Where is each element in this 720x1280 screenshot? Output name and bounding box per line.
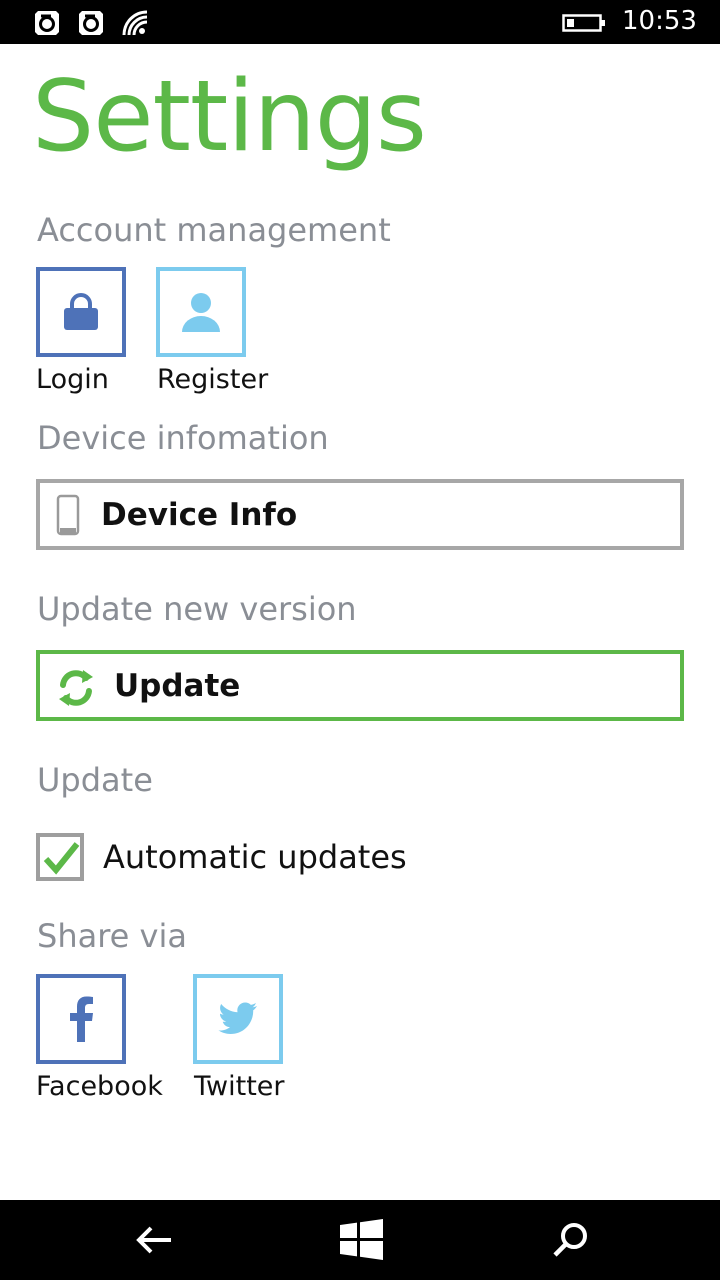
battery-icon [562, 14, 605, 32]
user-icon [182, 293, 220, 332]
lock-icon [64, 293, 98, 330]
navigation-bar [0, 1200, 720, 1280]
refresh-icon [59, 670, 93, 706]
register-button[interactable] [156, 267, 246, 357]
device-information-heading: Device infomation [37, 419, 329, 457]
status-bar: 10:53 [0, 0, 720, 44]
twitter-label: Twitter [194, 1071, 285, 1102]
update-label: Update [114, 668, 241, 704]
device-info-label: Device Info [101, 497, 298, 533]
facebook-icon [70, 996, 93, 1042]
facebook-label: Facebook [36, 1071, 163, 1102]
clock-time: 10:53 [622, 6, 697, 36]
login-label: Login [36, 364, 109, 395]
login-button[interactable] [36, 267, 126, 357]
checkmark-icon [43, 842, 80, 875]
update-button[interactable]: Update [36, 650, 684, 721]
update-heading: Update [37, 761, 153, 799]
wifi-icon [122, 10, 148, 36]
phone-icon [56, 494, 80, 536]
windows-start-icon[interactable] [337, 1216, 385, 1264]
notification-icon [79, 11, 103, 35]
page-title: Settings [32, 60, 427, 174]
update-new-version-heading: Update new version [37, 590, 357, 628]
facebook-button[interactable] [36, 974, 126, 1064]
notification-icon [35, 11, 59, 35]
share-via-heading: Share via [37, 917, 187, 955]
twitter-bird-icon [218, 1002, 257, 1034]
back-arrow-icon[interactable] [130, 1216, 178, 1264]
register-label: Register [157, 364, 269, 395]
automatic-updates-checkbox[interactable] [36, 833, 84, 881]
twitter-button[interactable] [193, 974, 283, 1064]
search-icon[interactable] [546, 1216, 594, 1264]
automatic-updates-label[interactable]: Automatic updates [103, 841, 407, 873]
device-info-button[interactable]: Device Info [36, 479, 684, 550]
account-management-heading: Account management [37, 211, 391, 249]
